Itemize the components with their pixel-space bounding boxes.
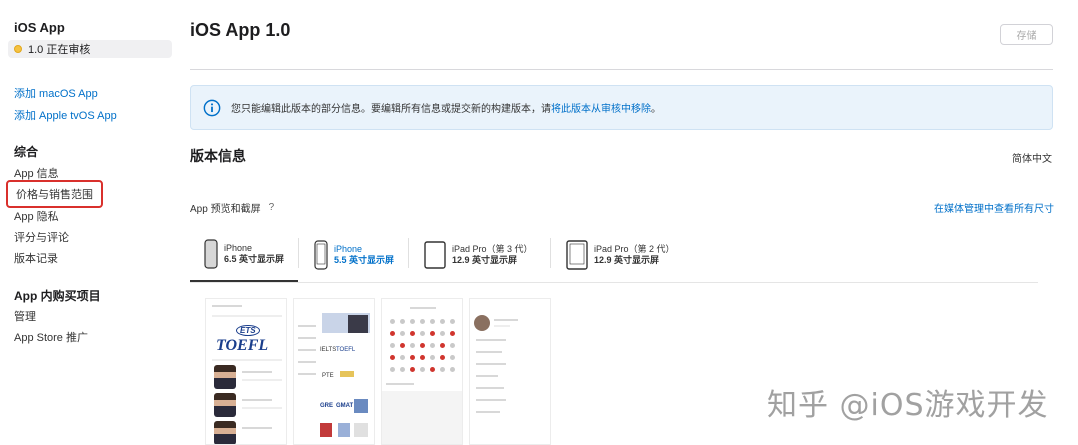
tab-device-size: 12.9 英寸显示屏 — [594, 255, 660, 265]
profile-photo — [214, 421, 236, 444]
ipad-icon — [424, 241, 446, 269]
info-icon — [203, 99, 221, 116]
screenshot-strip: ETS TOEFL IELTS TOEFL PTE GRE GMAT — [205, 298, 551, 445]
sidebar-item-app-store-promo[interactable]: App Store 推广 — [14, 329, 88, 345]
preview-label-text: App 预览和截屏 — [190, 204, 261, 215]
tabs-underline — [190, 282, 1038, 283]
screenshot-thumbnail[interactable]: IELTS TOEFL PTE GRE GMAT — [293, 298, 375, 445]
sidebar-app-title: iOS App — [14, 20, 65, 35]
sidebar: iOS App 1.0 正在审核 添加 macOS App 添加 Apple t… — [0, 0, 180, 445]
status-dot-icon — [14, 45, 22, 53]
iphone-icon — [314, 240, 328, 270]
screenshot-thumbnail[interactable] — [381, 298, 463, 445]
add-tvos-link[interactable]: 添加 Apple tvOS App — [14, 107, 117, 123]
remove-from-review-link[interactable]: 将此版本从审核中移除 — [551, 100, 651, 115]
profile-photo — [214, 365, 236, 389]
tab-device-size: 5.5 英寸显示屏 — [334, 255, 395, 265]
save-button[interactable]: 存储 — [1000, 24, 1053, 45]
toefl-logo: TOEFL — [216, 337, 269, 354]
sidebar-item-app-info[interactable]: App 信息 — [14, 165, 59, 181]
exam-label: TOEFL — [336, 347, 356, 353]
tab-separator — [550, 238, 551, 268]
tab-device-name: iPhone — [224, 243, 253, 253]
tab-separator — [408, 238, 409, 268]
notice-suffix: 。 — [651, 104, 661, 115]
tab-ipad-pro-2[interactable]: iPad Pro（第 2 代） 12.9 英寸显示屏 — [552, 228, 692, 282]
header-divider — [190, 69, 1053, 70]
sidebar-item-version-history[interactable]: 版本记录 — [14, 250, 58, 266]
tab-iphone-65[interactable]: iPhone 6.5 英寸显示屏 — [190, 228, 298, 282]
tab-iphone-55[interactable]: iPhone 5.5 英寸显示屏 — [300, 228, 408, 282]
screenshot-thumbnail[interactable] — [469, 298, 551, 445]
sidebar-item-ratings[interactable]: 评分与评论 — [14, 229, 69, 245]
sidebar-version-item[interactable]: 1.0 正在审核 — [8, 40, 172, 58]
preview-label: App 预览和截屏 ? — [190, 200, 274, 215]
page-title: iOS App 1.0 — [190, 20, 291, 40]
watermark: 知乎 @iOS游戏开发 — [767, 388, 1049, 423]
tab-separator — [298, 238, 299, 268]
device-tabs: iPhone 6.5 英寸显示屏 iPhone 5.5 英寸显示屏 iPad P… — [190, 228, 1053, 282]
tab-device-size: 6.5 英寸显示屏 — [224, 254, 285, 264]
iap-heading: App 内购买项目 — [14, 289, 101, 303]
tab-device-name: iPad Pro（第 2 代） — [594, 244, 675, 254]
notice-text: 您只能编辑此版本的部分信息。要编辑所有信息或提交新的构建版本，请 — [231, 104, 551, 115]
info-notice: 您只能编辑此版本的部分信息。要编辑所有信息或提交新的构建版本，请 将此版本从审核中… — [190, 85, 1053, 130]
tab-device-size: 12.9 英寸显示屏 — [452, 255, 518, 265]
sidebar-item-manage[interactable]: 管理 — [14, 308, 36, 324]
ets-logo: ETS — [236, 325, 260, 336]
general-heading: 综合 — [14, 145, 39, 159]
language-selector[interactable]: 简体中文 — [1012, 150, 1052, 165]
sidebar-item-app-privacy[interactable]: App 隐私 — [14, 208, 59, 224]
media-manager-link[interactable]: 在媒体管理中查看所有尺寸 — [934, 200, 1054, 215]
iphone-icon — [204, 239, 218, 269]
tab-ipad-pro-3[interactable]: iPad Pro（第 3 代） 12.9 英寸显示屏 — [410, 228, 550, 282]
version-info-title: 版本信息 — [190, 148, 246, 164]
version-status-label: 1.0 正在审核 — [28, 44, 91, 56]
exam-label: GMAT — [336, 403, 354, 409]
add-macos-link[interactable]: 添加 macOS App — [14, 85, 98, 101]
profile-photo — [214, 393, 236, 417]
exam-label: PTE — [322, 373, 334, 379]
ipad-icon — [566, 240, 588, 270]
help-icon[interactable]: ? — [269, 202, 275, 213]
exam-label: IELTS — [320, 347, 337, 353]
avatar — [474, 315, 490, 331]
tab-device-name: iPhone — [334, 244, 363, 254]
screenshot-thumbnail[interactable]: ETS TOEFL — [205, 298, 287, 445]
sidebar-item-pricing[interactable]: 价格与销售范围 — [6, 180, 103, 208]
exam-label: GRE — [320, 403, 334, 409]
tab-device-name: iPad Pro（第 3 代） — [452, 244, 533, 254]
